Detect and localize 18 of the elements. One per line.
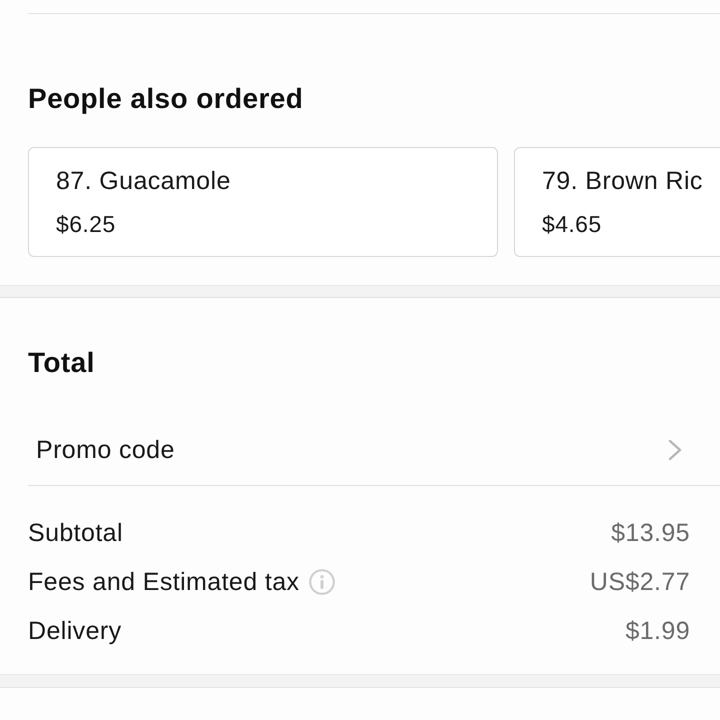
product-price: $4.65 bbox=[542, 210, 602, 239]
product-name: 87. Guacamole bbox=[56, 166, 231, 197]
price-label: Delivery bbox=[28, 616, 122, 646]
promo-code-label: Promo code bbox=[36, 435, 175, 466]
product-price: $6.25 bbox=[56, 210, 116, 239]
price-label: Subtotal bbox=[28, 518, 123, 548]
price-label: Fees and Estimated tax bbox=[28, 566, 300, 598]
product-name: 79. Brown Ric bbox=[542, 166, 703, 197]
product-card[interactable]: 87. Guacamole $6.25 bbox=[28, 147, 498, 257]
section-heading: People also ordered bbox=[28, 83, 304, 115]
chevron-right-icon bbox=[668, 439, 682, 461]
section-heading: Total bbox=[28, 347, 95, 379]
price-value: US$2.77 bbox=[590, 566, 690, 598]
promo-code-row[interactable]: Promo code bbox=[28, 415, 720, 486]
price-value: $13.95 bbox=[611, 518, 690, 548]
product-card[interactable]: 79. Brown Ric $4.65 bbox=[514, 147, 720, 257]
price-value: $1.99 bbox=[625, 616, 690, 646]
info-icon[interactable] bbox=[309, 568, 336, 594]
